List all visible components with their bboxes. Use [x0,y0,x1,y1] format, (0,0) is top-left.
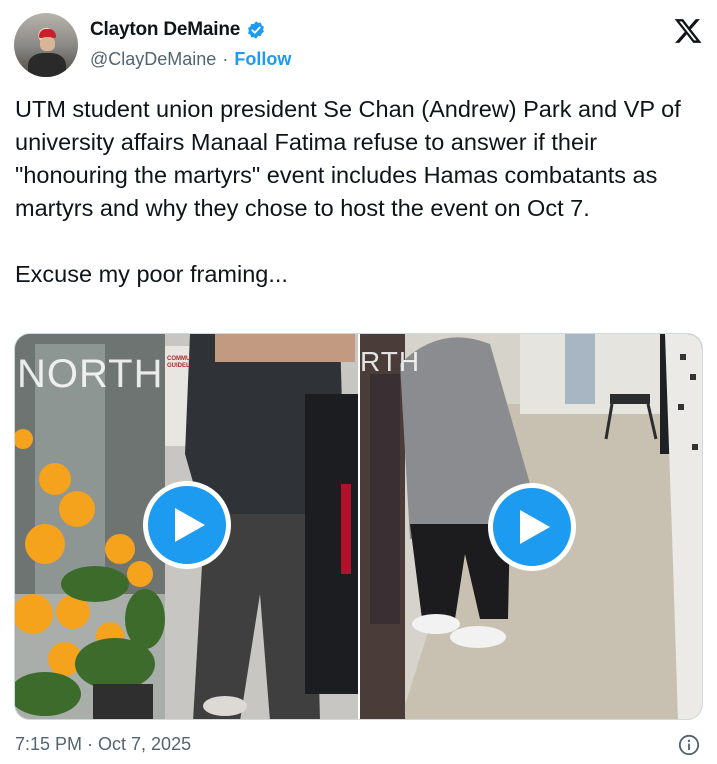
play-button-left[interactable] [143,481,231,569]
avatar[interactable] [14,13,78,77]
author-handle[interactable]: @ClayDeMaine [90,49,216,70]
media-grid: NORTH COMMU GUIDEL RTH [14,333,703,720]
handle-separator: · [222,49,229,69]
avatar-face [40,37,55,51]
play-icon [175,508,205,542]
follow-button[interactable]: Follow [234,49,291,70]
tweet-paragraph-2: Excuse my poor framing... [15,261,288,287]
play-icon [520,510,550,544]
tweet-paragraph-1: UTM student union president Se Chan (And… [15,96,681,221]
author-name-row: Clayton DeMaine [90,19,266,41]
video-thumbnail-right[interactable]: RTH [360,334,702,719]
author-handle-row: @ClayDeMaine · Follow [90,49,291,70]
tweet-text: UTM student union president Se Chan (And… [15,93,705,291]
author-name[interactable]: Clayton DeMaine [90,19,240,41]
tweet-timestamp[interactable]: 7:15 PM · Oct 7, 2025 [15,734,191,755]
sign-text: COMMU GUIDEL [167,356,191,369]
watermark-right: RTH [360,346,421,377]
verified-badge-icon [248,21,265,39]
watermark-left: NORTH [17,352,164,396]
x-logo-icon[interactable] [673,16,703,46]
play-button-right[interactable] [488,483,576,571]
video-thumbnail-left[interactable]: NORTH COMMU GUIDEL [15,334,358,719]
info-icon[interactable] [678,734,700,756]
avatar-body [28,53,66,77]
